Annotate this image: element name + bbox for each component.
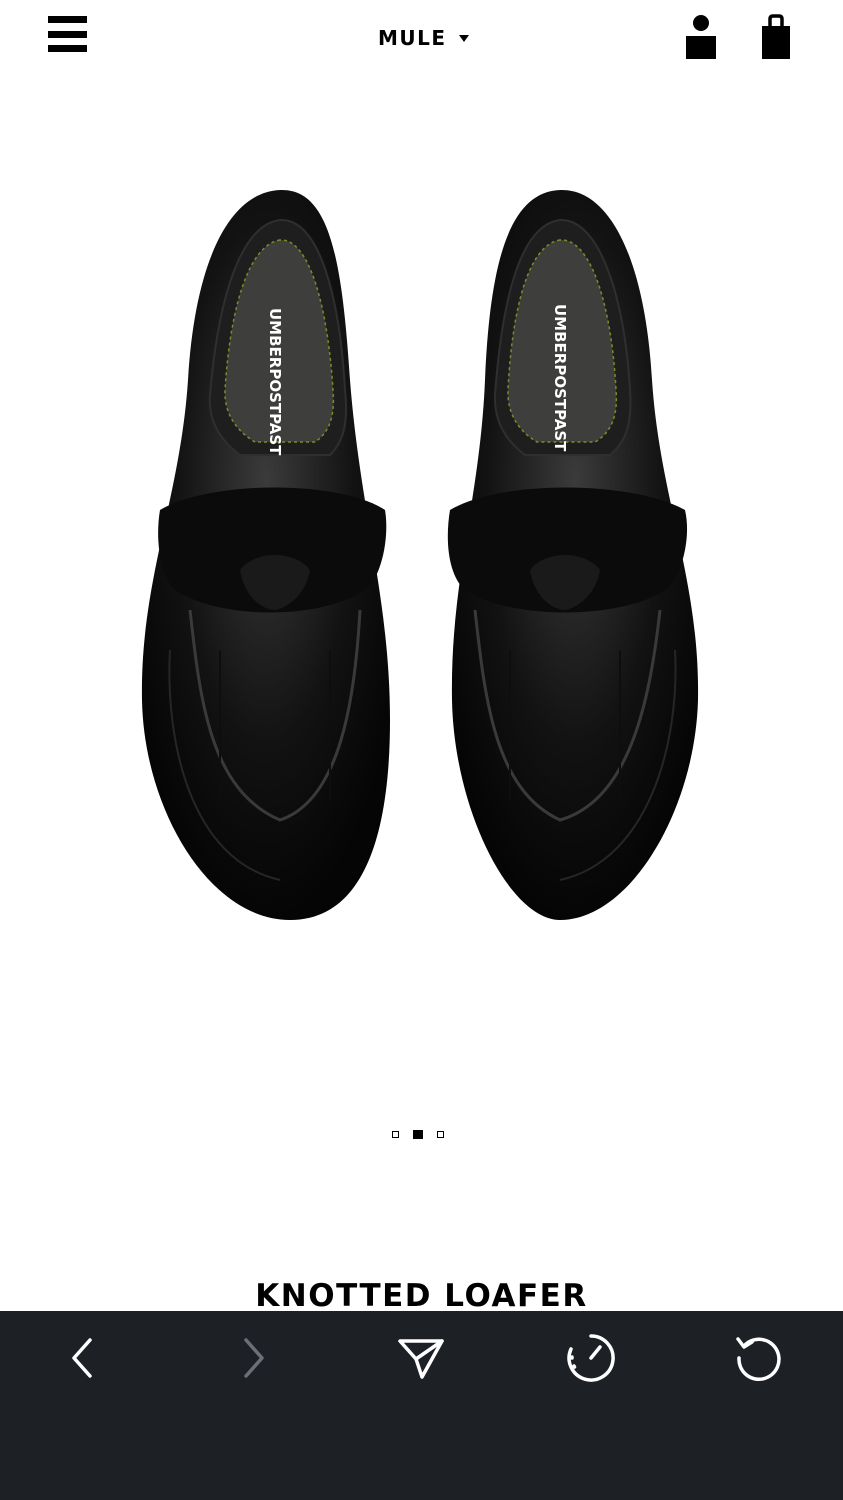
browser-toolbar: [0, 1311, 843, 1500]
product-title: KNOTTED LOAFER: [255, 1278, 588, 1314]
forward-arrow-icon[interactable]: [228, 1333, 278, 1383]
timer-icon[interactable]: [566, 1333, 616, 1383]
back-arrow-icon[interactable]: [58, 1333, 108, 1383]
product-image[interactable]: UMBERPOSTPAST UMBERPOSTPAST: [130, 180, 710, 930]
category-dropdown[interactable]: MULE: [378, 24, 469, 52]
app-header: MULE: [0, 0, 843, 78]
user-icon[interactable]: [685, 14, 717, 60]
send-icon[interactable]: [396, 1333, 446, 1383]
category-label: MULE: [378, 26, 447, 50]
carousel-dot-3[interactable]: [437, 1130, 444, 1138]
caret-down-icon: [458, 34, 469, 42]
carousel-dot-1[interactable]: [392, 1130, 399, 1138]
hamburger-menu-icon[interactable]: [48, 16, 87, 60]
carousel-dot-2-active[interactable]: [413, 1129, 423, 1139]
shopping-bag-icon[interactable]: [760, 14, 792, 60]
right-shoe: [447, 189, 699, 920]
reload-icon[interactable]: [734, 1333, 784, 1383]
carousel-indicator: [392, 1128, 444, 1140]
left-insole-brand: UMBERPOSTPAST: [266, 308, 284, 456]
left-shoe: [141, 189, 390, 920]
right-insole-brand: UMBERPOSTPAST: [551, 304, 569, 452]
